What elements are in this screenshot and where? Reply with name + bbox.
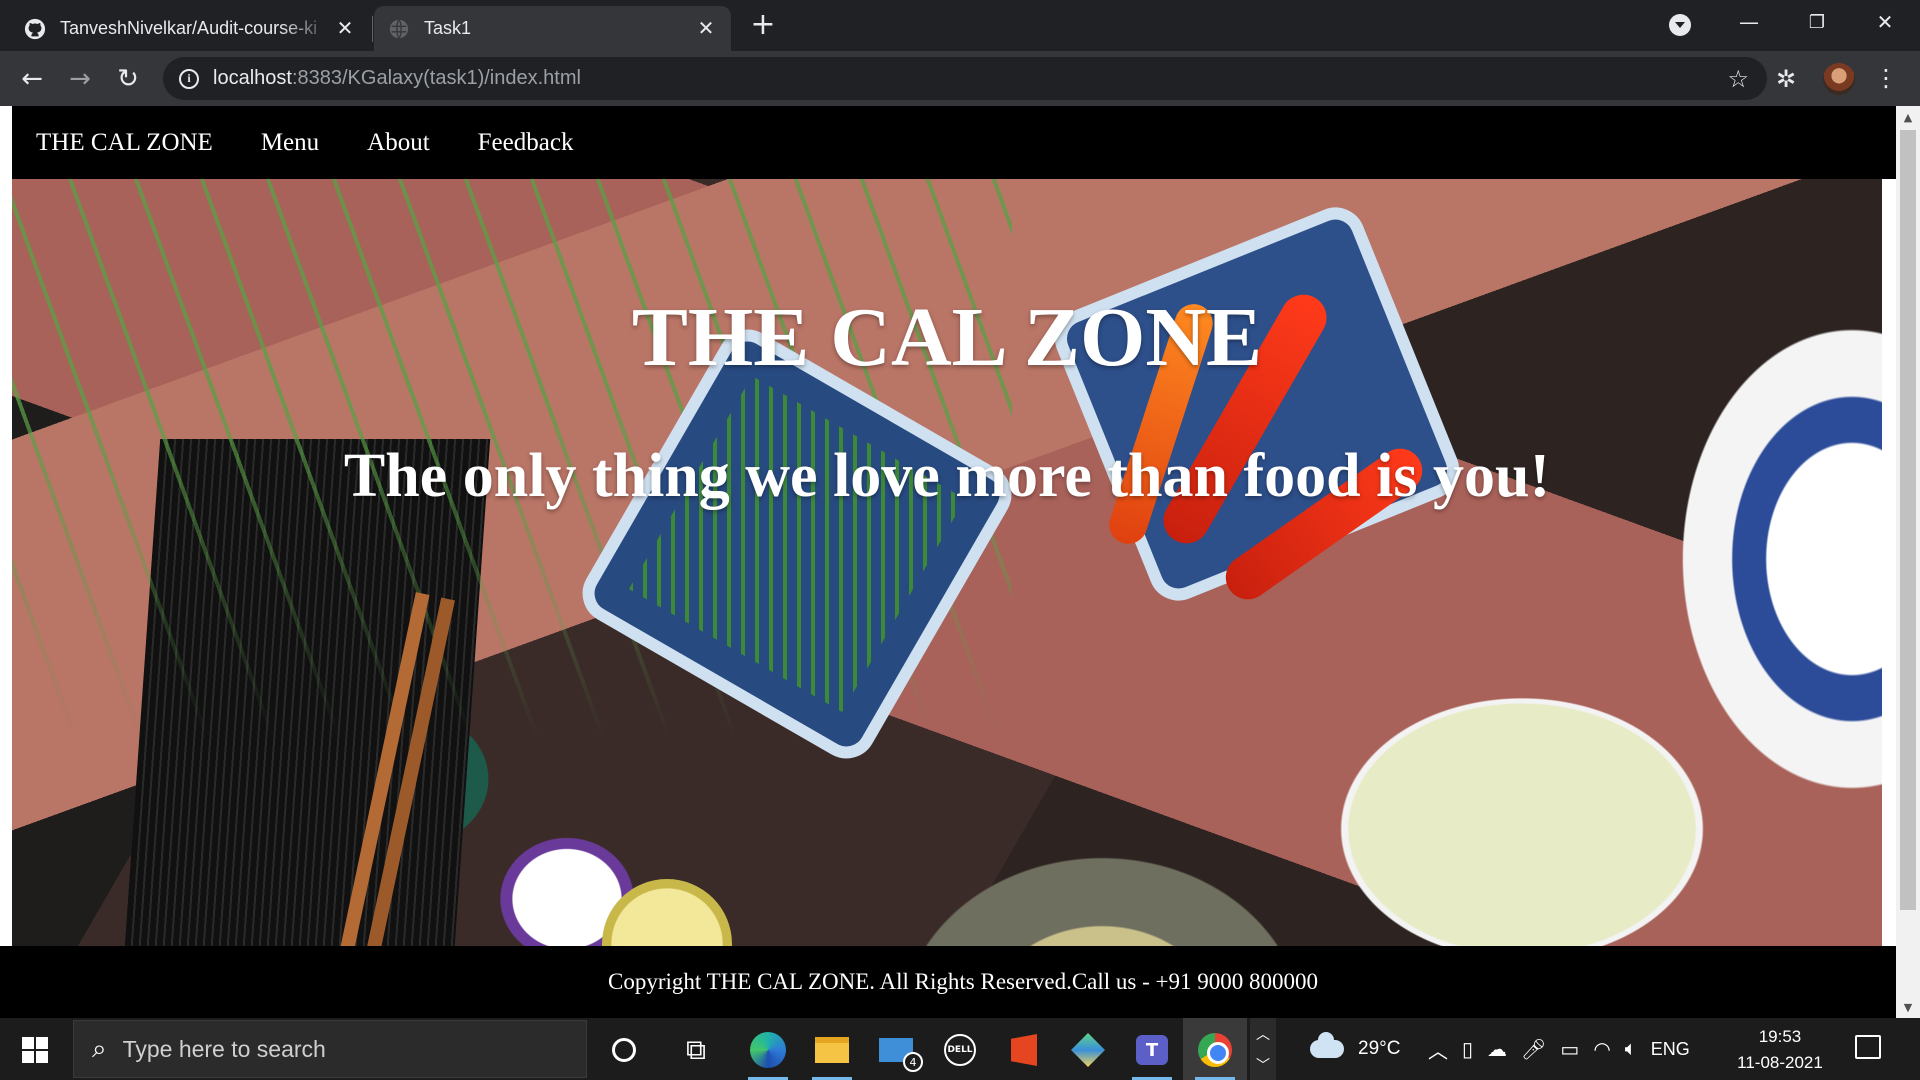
address-url[interactable]: localhost:8383/KGalaxy(task1)/index.html: [213, 67, 581, 90]
address-bar[interactable]: i localhost:8383/KGalaxy(task1)/index.ht…: [163, 57, 1767, 100]
lime-image: [602, 879, 732, 946]
wifi-icon[interactable]: ◠: [1593, 1037, 1610, 1062]
restore-icon[interactable]: ❐: [1783, 0, 1851, 44]
tab-separator: [372, 16, 373, 42]
tab-title: Task1: [424, 18, 472, 38]
task-view-icon[interactable]: ⧉: [676, 1030, 716, 1070]
hero-title: THE CAL ZONE: [631, 291, 1263, 384]
file-explorer-icon[interactable]: [812, 1030, 852, 1080]
nav-brand-link[interactable]: THE CAL ZONE: [36, 129, 213, 157]
windows-start-icon[interactable]: [22, 1037, 48, 1063]
office-icon[interactable]: [1004, 1030, 1044, 1070]
clock-time: 19:53: [1758, 1027, 1802, 1046]
tab-title: TanveshNivelkar/Audit-course-ki: [60, 18, 318, 38]
language-indicator[interactable]: ENG: [1651, 1039, 1690, 1060]
reload-icon[interactable]: ↻: [110, 61, 146, 97]
extensions-puzzle-icon[interactable]: ✲: [1776, 65, 1804, 93]
show-hidden-icons-icon[interactable]: ︿: [1428, 1035, 1448, 1064]
hero-banner: THE CAL ZONE The only thing we love more…: [12, 179, 1882, 946]
site-footer: Copyright THE CAL ZONE. All Rights Reser…: [0, 946, 1896, 1018]
microphone-icon[interactable]: 🎤︎: [1521, 1037, 1546, 1062]
scroll-up-icon[interactable]: ▲: [1896, 106, 1920, 128]
back-icon[interactable]: ←: [14, 61, 50, 97]
edge-icon[interactable]: [748, 1030, 788, 1080]
cortana-icon[interactable]: [604, 1030, 644, 1070]
bookmark-star-icon[interactable]: ☆: [1727, 65, 1749, 93]
nav-link-feedback[interactable]: Feedback: [478, 129, 574, 157]
system-tray-icons: ︿ ▯ ☁ 🎤︎ ▭ ◠ 🔈︎ ENG: [1428, 1018, 1690, 1080]
dell-icon[interactable]: DELL: [940, 1030, 980, 1070]
footer-text: Copyright THE CAL ZONE. All Rights Reser…: [608, 969, 1318, 994]
site-navbar: THE CAL ZONE Menu About Feedback: [12, 106, 1896, 179]
mail-badge: 4: [903, 1052, 923, 1072]
chrome-icon[interactable]: [1195, 1030, 1235, 1080]
mail-icon[interactable]: 4: [876, 1030, 923, 1072]
teams-icon[interactable]: T: [1132, 1030, 1172, 1080]
taskbar-search-box[interactable]: ⌕ Type here to search: [73, 1020, 587, 1078]
notification-center-icon[interactable]: [1855, 1035, 1881, 1059]
forward-icon[interactable]: →: [62, 61, 98, 97]
taskbar-overflow-chevron[interactable]: ︿ ﹀: [1250, 1018, 1276, 1080]
volume-icon[interactable]: 🔈︎: [1625, 1038, 1637, 1061]
nav-link-menu[interactable]: Menu: [261, 129, 319, 157]
weather-widget[interactable]: 29°C: [1310, 1018, 1400, 1080]
site-info-icon[interactable]: i: [179, 68, 199, 89]
browser-tab-github[interactable]: TanveshNivelkar/Audit-course-ki ✕: [10, 6, 370, 51]
browser-menu-icon[interactable]: ⋮: [1874, 63, 1898, 95]
browser-tab-strip: TanveshNivelkar/Audit-course-ki ✕ Task1 …: [0, 0, 1920, 51]
close-tab-icon[interactable]: ✕: [695, 18, 717, 40]
taskbar-clock[interactable]: 19:53 11-08-2021: [1725, 1024, 1835, 1076]
hero-subtitle: The only thing we love more than food is…: [343, 442, 1551, 510]
close-tab-icon[interactable]: ✕: [334, 18, 356, 40]
cloud-icon: [1310, 1032, 1344, 1058]
search-icon: ⌕: [92, 1033, 107, 1063]
battery-icon[interactable]: ▭: [1560, 1037, 1579, 1062]
page-viewport: THE CAL ZONE Menu About Feedback THE CAL…: [0, 106, 1920, 1018]
scrollbar-thumb[interactable]: [1900, 130, 1916, 910]
browser-toolbar: ← → ↻ i localhost:8383/KGalaxy(task1)/in…: [0, 51, 1920, 106]
browser-tab-task1[interactable]: Task1 ✕: [374, 6, 731, 51]
device-icon[interactable]: ▯: [1462, 1037, 1473, 1062]
close-window-icon[interactable]: ✕: [1851, 0, 1919, 44]
nav-link-about[interactable]: About: [367, 129, 430, 157]
onedrive-cloud-icon[interactable]: ☁: [1487, 1037, 1507, 1062]
minimize-icon[interactable]: —: [1715, 0, 1783, 44]
tab-search-icon[interactable]: [1669, 14, 1691, 36]
search-placeholder: Type here to search: [122, 1035, 326, 1062]
scroll-down-icon[interactable]: ▼: [1896, 996, 1920, 1018]
github-icon: [24, 18, 46, 39]
page-scrollbar[interactable]: ▲ ▼: [1896, 106, 1920, 1018]
new-tab-icon[interactable]: +: [748, 10, 778, 41]
weather-temperature: 29°C: [1358, 1038, 1401, 1059]
windows-taskbar: ⌕ Type here to search ⧉ 4 DELL T ︿ ﹀ 29°C…: [0, 1018, 1920, 1080]
profile-avatar[interactable]: [1823, 63, 1855, 95]
clock-date: 11-08-2021: [1737, 1053, 1823, 1072]
app-cube-icon[interactable]: [1068, 1030, 1108, 1070]
globe-icon: [389, 18, 409, 39]
